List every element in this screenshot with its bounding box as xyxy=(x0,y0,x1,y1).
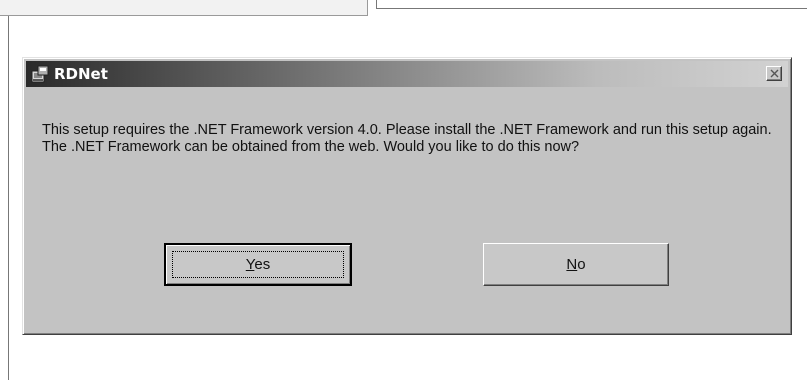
no-label-rest: o xyxy=(577,256,586,273)
dialog-message: This setup requires the .NET Framework v… xyxy=(42,122,772,155)
no-button-label: No xyxy=(566,256,585,273)
background-window-edge xyxy=(376,8,807,9)
yes-button[interactable]: Yes xyxy=(164,243,352,286)
message-dialog: RDNet This setup requires the .NET Frame… xyxy=(22,57,792,335)
background-window-top-left xyxy=(0,0,368,16)
no-button[interactable]: No xyxy=(483,243,669,286)
background-window-left-edge xyxy=(8,16,9,380)
background-window-divider xyxy=(376,0,377,8)
no-mnemonic: N xyxy=(566,256,578,273)
close-button[interactable] xyxy=(766,66,782,81)
dialog-title: RDNet xyxy=(54,65,108,83)
installer-icon xyxy=(31,65,49,83)
close-icon xyxy=(770,69,779,78)
focus-rectangle xyxy=(172,251,344,278)
dialog-titlebar[interactable]: RDNet xyxy=(26,61,788,87)
